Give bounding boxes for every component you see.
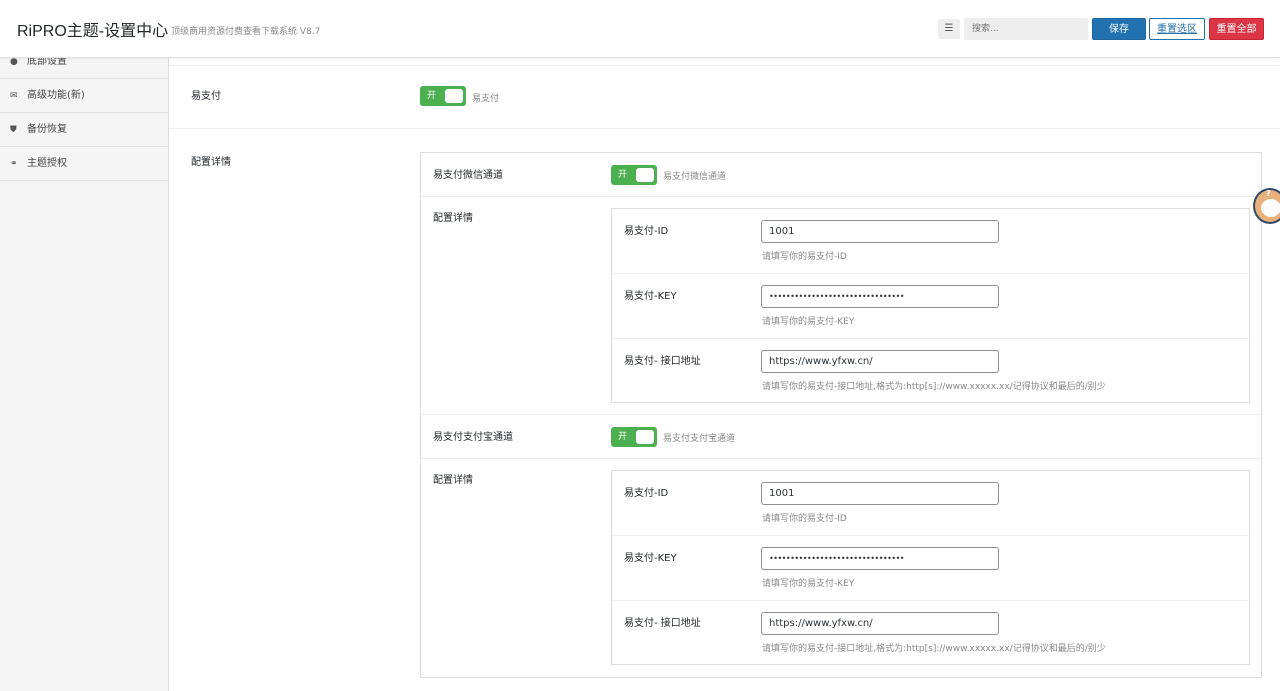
wechat-key-input[interactable]: •••••••••••••••••••••••••••••••• — [761, 285, 999, 308]
search-input[interactable] — [964, 18, 1088, 40]
sidebar-item-backup[interactable]: ⛊ 备份恢复 — [0, 113, 168, 147]
envelope-icon: ✉ — [10, 91, 18, 101]
divider — [612, 535, 1249, 536]
divider — [169, 128, 1280, 129]
divider — [612, 600, 1249, 601]
wechat-channel-desc: 易支付微信通道 — [663, 172, 727, 182]
question-icon: ? — [1266, 189, 1271, 198]
alipay-channel-switch[interactable]: 开 — [611, 427, 657, 447]
header-bar: RiPRO主题-设置中心 顶级商用资源付费查看下载系统 V8.7 ☰ 保存 重置… — [0, 0, 1280, 58]
app-title: RiPRO主题-设置中心 — [17, 23, 169, 40]
sidebar-item-label: 备份恢复 — [27, 124, 67, 135]
app-subtitle: 顶级商用资源付费查看下载系统 V8.7 — [171, 27, 321, 37]
alipay-id-input[interactable]: 1001 — [761, 482, 999, 505]
wechat-id-input[interactable]: 1001 — [761, 220, 999, 243]
wechat-key-desc: 请填写你的易支付-KEY — [762, 317, 855, 327]
epay-label: 易支付 — [191, 91, 221, 102]
divider — [421, 414, 1261, 415]
wechat-url-input[interactable]: https://www.yfxw.cn/ — [761, 350, 999, 373]
alipay-channel-desc: 易支付支付宝通道 — [663, 434, 736, 444]
alipay-config-label: 配置详情 — [433, 475, 473, 486]
wechat-key-label: 易支付-KEY — [624, 291, 677, 302]
alipay-url-desc: 请填写你的易支付-接口地址,格式为:http[s]://www.xxxxx.xx… — [762, 644, 1106, 654]
switch-knob — [445, 89, 463, 103]
config-label: 配置详情 — [191, 157, 231, 168]
alipay-key-label: 易支付-KEY — [624, 553, 677, 564]
epay-switch[interactable]: 开 — [420, 86, 466, 106]
shield-icon: ⛊ — [10, 125, 17, 135]
sidebar-item-advanced[interactable]: ✉ 高级功能(新) — [0, 79, 168, 113]
divider — [169, 65, 1280, 66]
main-content: 易支付 开 易支付 配置详情 易支付微信通道 开 易支付微信通道 配置详情 易支… — [169, 58, 1280, 691]
alipay-id-desc: 请填写你的易支付-ID — [762, 514, 847, 524]
wechat-config-box: 易支付-ID 1001 请填写你的易支付-ID 易支付-KEY ••••••••… — [611, 208, 1250, 403]
divider — [612, 273, 1249, 274]
divider — [421, 458, 1261, 459]
reset-all-button[interactable]: 重置全部 — [1209, 18, 1264, 40]
alipay-channel-label: 易支付支付宝通道 — [433, 432, 513, 443]
wechat-config-label: 配置详情 — [433, 213, 473, 224]
dog-avatar-icon — [1261, 199, 1280, 217]
wechat-url-label: 易支付- 接口地址 — [624, 356, 701, 367]
wechat-channel-switch[interactable]: 开 — [611, 165, 657, 185]
alipay-config-box: 易支付-ID 1001 请填写你的易支付-ID 易支付-KEY ••••••••… — [611, 470, 1250, 665]
alipay-key-input[interactable]: •••••••••••••••••••••••••••••••• — [761, 547, 999, 570]
sidebar: ● 底部设置 ✉ 高级功能(新) ⛊ 备份恢复 ⚭ 主题授权 — [0, 56, 169, 691]
sidebar-item-label: 高级功能(新) — [27, 90, 85, 101]
alipay-id-label: 易支付-ID — [624, 488, 669, 499]
save-button[interactable]: 保存 — [1092, 18, 1146, 40]
switch-on-text: 开 — [427, 91, 437, 101]
list-icon[interactable]: ☰ — [938, 19, 960, 39]
switch-on-text: 开 — [618, 170, 628, 180]
sidebar-item-label: 主题授权 — [27, 158, 67, 169]
alipay-url-label: 易支付- 接口地址 — [624, 618, 701, 629]
reset-section-button[interactable]: 重置选区 — [1149, 18, 1205, 40]
wechat-id-label: 易支付-ID — [624, 226, 669, 237]
switch-knob — [636, 430, 654, 444]
wechat-url-desc: 请填写你的易支付-接口地址,格式为:http[s]://www.xxxxx.xx… — [762, 382, 1106, 392]
alipay-url-input[interactable]: https://www.yfxw.cn/ — [761, 612, 999, 635]
alipay-key-desc: 请填写你的易支付-KEY — [762, 579, 855, 589]
epay-switch-desc: 易支付 — [472, 94, 500, 104]
wechat-channel-label: 易支付微信通道 — [433, 170, 503, 181]
switch-on-text: 开 — [618, 432, 628, 442]
divider — [421, 196, 1261, 197]
help-avatar[interactable]: ? — [1253, 188, 1280, 224]
handshake-icon: ⚭ — [10, 159, 18, 169]
divider — [612, 338, 1249, 339]
sidebar-item-license[interactable]: ⚭ 主题授权 — [0, 147, 168, 181]
wechat-id-desc: 请填写你的易支付-ID — [762, 252, 847, 262]
switch-knob — [636, 168, 654, 182]
config-box: 易支付微信通道 开 易支付微信通道 配置详情 易支付-ID 1001 请填写你的… — [420, 152, 1262, 678]
